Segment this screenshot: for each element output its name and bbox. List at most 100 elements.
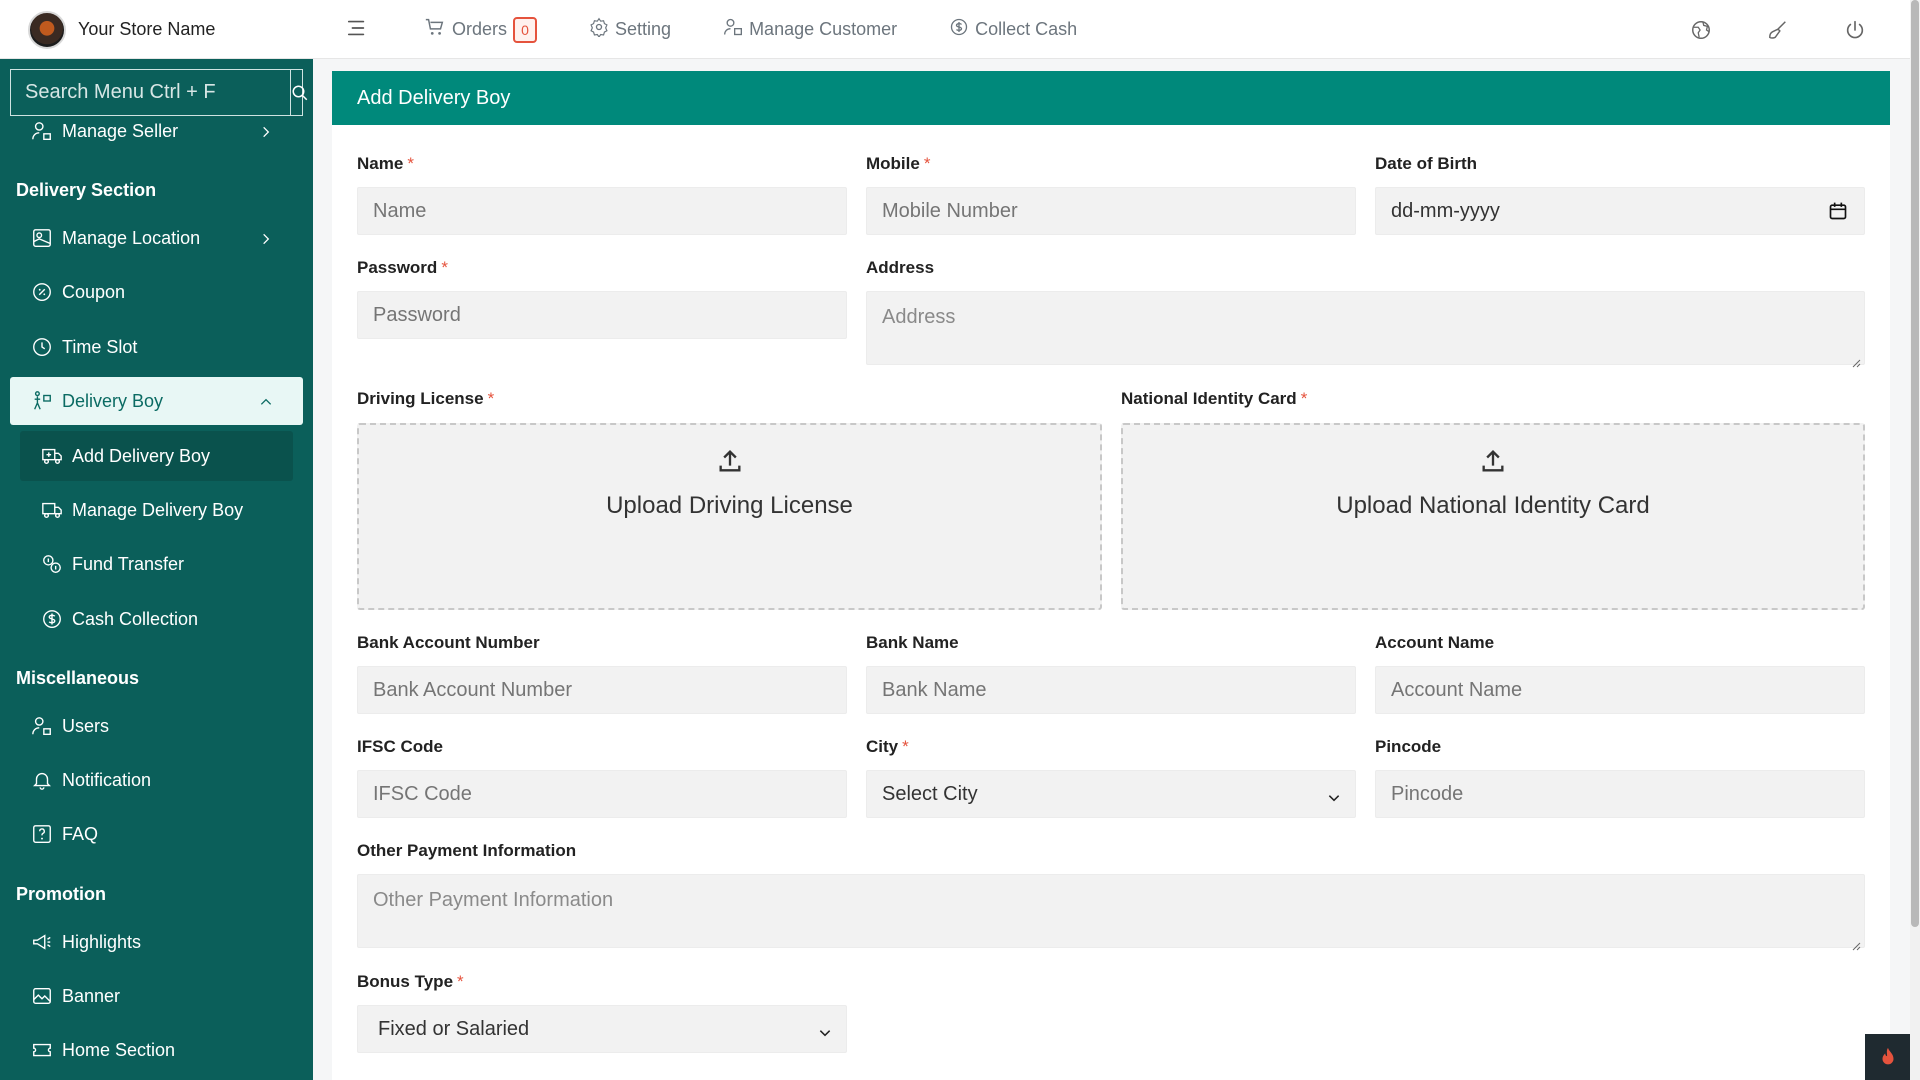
dob-input[interactable]: dd-mm-yyyy [1375,187,1865,235]
upload-driving-license-text: Upload Driving License [606,492,853,519]
sidebar-item-label: Banner [62,985,121,1006]
nav-manage-customer-label: Manage Customer [749,19,898,39]
sidebar-item-label: FAQ [62,823,99,844]
power-icon[interactable] [1843,18,1867,42]
add-delivery-boy-card: Add Delivery Boy Name* Mobile* Date of B… [332,71,1890,1080]
sidebar-item-manage-location[interactable]: Manage Location [10,214,303,262]
other-payment-placeholder: Other Payment Information [373,889,614,911]
sidebar-item-time-slot[interactable]: Time Slot [10,323,303,371]
other-payment-textarea[interactable]: Other Payment Information [357,874,1865,951]
ifsc-input[interactable] [357,770,847,818]
driving-license-label-text: Driving License [357,389,484,408]
dob-label: Date of Birth [1375,154,1477,173]
nav-orders-label: Orders [452,19,508,39]
sidebar-subitem-manage-delivery-boy[interactable]: Manage Delivery Boy [20,485,293,535]
sidebar-item-coupon[interactable]: Coupon [10,268,303,316]
required-mark: * [487,389,495,408]
resize-grip-icon[interactable] [1851,351,1861,368]
driving-license-upload[interactable]: Upload Driving License [357,423,1102,610]
address-label: Address [866,258,935,277]
brush-icon[interactable] [1766,18,1790,42]
page-scrollbar-thumb[interactable] [1911,0,1919,927]
question-icon [30,822,54,846]
sidebar-subitem-label: Cash Collection [72,608,199,629]
fire-icon[interactable] [1865,1034,1910,1080]
sidebar-item-banner[interactable]: Banner [10,972,303,1020]
national-id-label-text: National Identity Card [1121,389,1297,408]
sidebar-heading-promotion: Promotion [16,884,106,904]
sidebar-item-notification[interactable]: Notification [10,756,303,804]
password-label-text: Password [357,258,438,277]
resize-grip-icon[interactable] [1851,934,1861,951]
cash-icon [40,607,64,631]
mobile-input[interactable] [866,187,1356,235]
sidebar-item-highlights[interactable]: Highlights [10,918,303,966]
sidebar-item-label: Highlights [62,931,142,952]
brand[interactable]: Your Store Name [0,0,313,59]
money-transfer-icon [40,552,64,576]
image-icon [30,984,54,1008]
calendar-icon[interactable] [1828,201,1848,227]
cart-icon [424,16,452,43]
bank-name-input[interactable] [866,666,1356,714]
sidebar-item-manage-seller[interactable]: Manage Seller [10,107,303,155]
password-label: Password * [357,258,448,278]
name-input[interactable] [357,187,847,235]
nav-orders[interactable]: Orders 0 [424,16,538,43]
bonus-type-label-text: Bonus Type [357,972,454,991]
sidebar-item-label: Home Section [62,1039,176,1060]
sidebar-item-label: Notification [62,769,152,790]
sidebar-subitem-fund-transfer[interactable]: Fund Transfer [20,539,293,589]
nav-setting[interactable]: Setting [589,17,671,42]
driving-license-label: Driving License * [357,389,494,409]
chevron-up-icon [259,393,273,414]
globe-icon[interactable] [1689,18,1713,42]
delivery-person-icon [30,389,54,413]
nav-collect-cash-label: Collect Cash [975,19,1078,39]
card-title: Add Delivery Boy [332,71,1890,125]
truck-icon [40,498,64,522]
sidebar-item-home-section[interactable]: Home Section [10,1026,303,1074]
sidebar-item-delivery-boy[interactable]: Delivery Boy [10,377,303,425]
hamburger-icon[interactable] [346,17,370,41]
map-icon [30,226,54,250]
city-select[interactable]: Select City [866,770,1356,818]
orders-count-badge: 0 [513,16,538,43]
user-icon [723,17,749,42]
nav-manage-customer[interactable]: Manage Customer [723,17,897,42]
sidebar-item-label: Coupon [62,281,126,302]
national-id-label: National Identity Card * [1121,389,1307,409]
pincode-label: Pincode [1375,737,1442,756]
sidebar-item-label: Users [62,715,110,736]
gear-icon [589,17,615,42]
sidebar-subitem-add-delivery-boy[interactable]: Add Delivery Boy [20,431,293,481]
nav-setting-label: Setting [615,19,672,39]
bonus-type-select-value: Fixed or Salaried [378,1017,530,1040]
name-label: Name * [357,154,414,174]
sidebar-item-label: Time Slot [62,336,138,357]
bell-icon [30,768,54,792]
bank-account-number-input[interactable] [357,666,847,714]
sidebar-item-label: Manage Location [62,227,201,248]
sidebar-item-label: Delivery Boy [62,390,164,411]
sidebar-subitem-cash-collection[interactable]: Cash Collection [20,594,293,644]
bonus-type-label: Bonus Type * [357,972,464,992]
sidebar-item-users[interactable]: Users [10,702,303,750]
sidebar-item-faq[interactable]: FAQ [10,810,303,858]
coin-icon [949,17,975,42]
pincode-input[interactable] [1375,770,1865,818]
sidebar-item-label: Manage Seller [62,120,179,141]
sidebar-heading-delivery: Delivery Section [16,180,157,200]
user-group-icon [30,119,54,143]
store-logo [28,10,66,49]
address-textarea[interactable]: Address [866,291,1865,368]
ifsc-label: IFSC Code [357,737,443,756]
other-payment-label: Other Payment Information [357,841,577,860]
nav-collect-cash[interactable]: Collect Cash [949,17,1077,42]
bonus-type-select[interactable]: Fixed or Salaried [357,1005,847,1053]
top-icons [1689,0,1920,59]
account-name-input[interactable] [1375,666,1865,714]
password-input[interactable] [357,291,847,339]
national-id-upload[interactable]: Upload National Identity Card [1121,423,1865,610]
store-name: Your Store Name [78,19,216,39]
